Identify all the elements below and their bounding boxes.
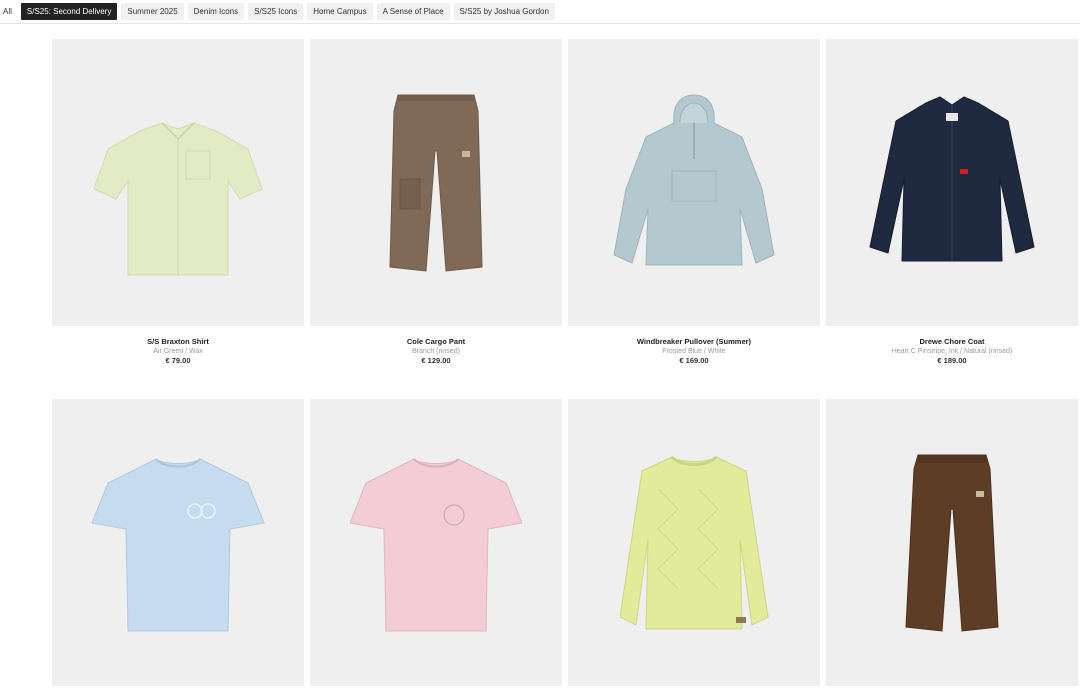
filter-ss25-icons[interactable]: S/S25 Icons [248, 3, 304, 20]
pant-icon [905, 454, 999, 632]
product-card[interactable] [310, 399, 562, 686]
product-image[interactable] [310, 399, 562, 686]
tshirt-icon [91, 458, 265, 632]
cargo-pant-icon [389, 94, 483, 272]
product-image[interactable] [310, 39, 562, 326]
tshirt-icon [349, 458, 523, 632]
product-price: € 129.00 [421, 356, 451, 365]
product-image[interactable] [52, 39, 304, 326]
filter-a-sense-of-place[interactable]: A Sense of Place [376, 3, 450, 20]
filter-summer-2025[interactable]: Summer 2025 [121, 3, 184, 20]
pullover-icon [613, 94, 775, 266]
product-image[interactable] [568, 399, 820, 686]
product-color: Air Green / Wax [153, 348, 203, 355]
product-name[interactable]: Cole Cargo Pant [310, 337, 562, 346]
filter-ss25-joshua-gordon[interactable]: S/S25 by Joshua Gordon [453, 3, 555, 20]
product-card[interactable] [568, 399, 820, 686]
product-image[interactable] [826, 399, 1078, 686]
product-card[interactable]: S/S Braxton Shirt Air Green / Wax € 79.0… [52, 39, 304, 365]
product-name[interactable]: S/S Braxton Shirt [52, 337, 304, 346]
filter-denim-icons[interactable]: Denim Icons [187, 3, 245, 20]
sweater-icon [619, 455, 769, 630]
product-card[interactable] [826, 399, 1078, 686]
product-card[interactable] [52, 399, 304, 686]
product-image[interactable] [568, 39, 820, 326]
product-color: Frosted Blue / White [662, 348, 726, 355]
chore-coat-icon [869, 96, 1035, 262]
product-name[interactable]: Drewe Chore Coat [826, 337, 1078, 346]
product-color: Heart C Pinstripe, Ink / Natural (rinsed… [891, 348, 1013, 355]
product-price: € 169.00 [679, 356, 709, 365]
product-price: € 189.00 [937, 356, 967, 365]
product-image[interactable] [52, 399, 304, 686]
product-image[interactable] [826, 39, 1078, 326]
product-color: Branch (rinsed) [412, 348, 460, 355]
filter-home-campus[interactable]: Home Campus [307, 3, 373, 20]
filter-bar: All S/S25: Second Delivery Summer 2025 D… [0, 0, 1080, 24]
product-price: € 79.00 [165, 356, 191, 365]
product-name[interactable]: Windbreaker Pullover (Summer) [568, 337, 820, 346]
product-card[interactable]: Cole Cargo Pant Branch (rinsed) € 129.00 [310, 39, 562, 365]
filter-ss25-second-delivery[interactable]: S/S25: Second Delivery [20, 3, 118, 20]
product-card[interactable]: Windbreaker Pullover (Summer) Frosted Bl… [568, 39, 820, 365]
product-card[interactable]: Drewe Chore Coat Heart C Pinstripe, Ink … [826, 39, 1078, 365]
shirt-icon [93, 122, 263, 276]
filter-all[interactable]: All [0, 3, 16, 20]
